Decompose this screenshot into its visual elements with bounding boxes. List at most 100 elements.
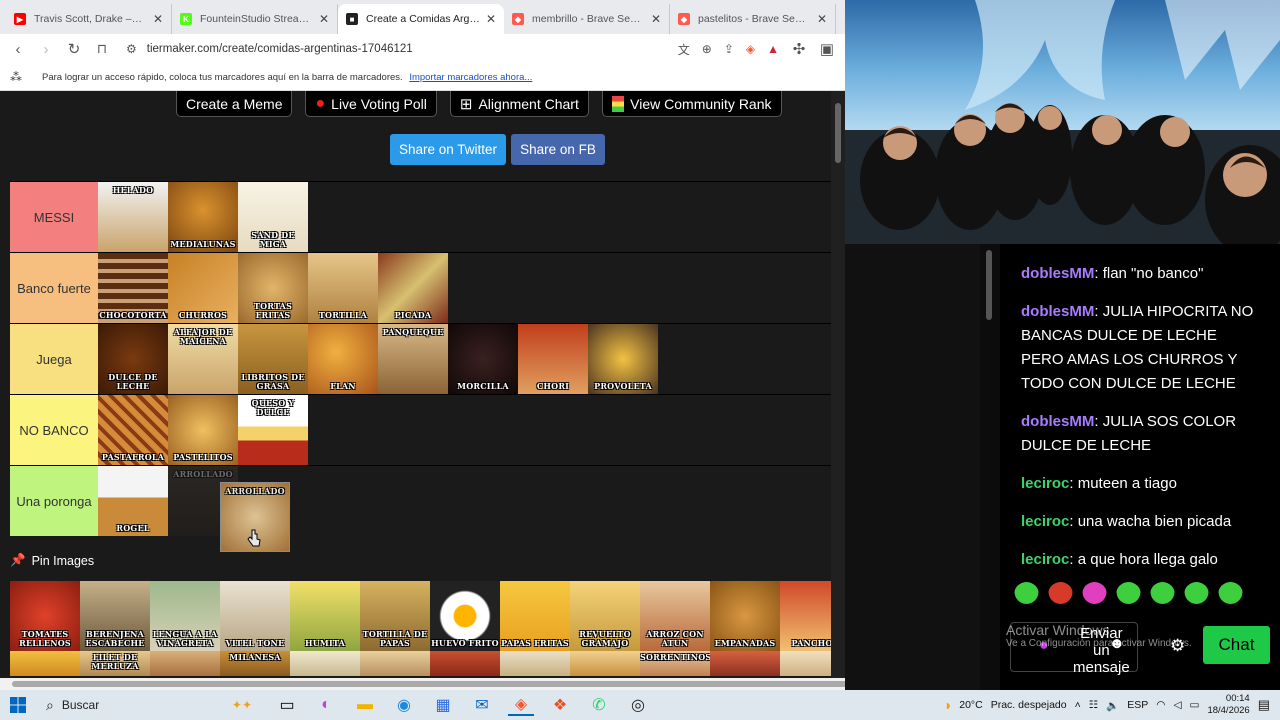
chat-username[interactable]: doblesMM: [1021, 265, 1094, 282]
apps-icon[interactable]: ⁂: [10, 70, 22, 84]
dragged-food-card[interactable]: ARROLLADO: [220, 482, 290, 552]
food-card[interactable]: CHORI: [518, 324, 588, 394]
address-bar[interactable]: ⚙ tiermaker.com/create/comidas-argentina…: [122, 37, 779, 61]
food-card[interactable]: SAND DE MIGA: [238, 182, 308, 252]
food-card[interactable]: PROVOLETA: [588, 324, 658, 394]
food-card[interactable]: CHOCOTORTA: [98, 253, 168, 323]
start-button[interactable]: [0, 697, 36, 713]
browser-tab[interactable]: ◆ pastelitos - Brave Search ✕: [670, 4, 836, 34]
chat-username[interactable]: leciroc: [1021, 513, 1069, 530]
pool-food-card[interactable]: HUMITA: [290, 581, 360, 651]
chat-settings-icon[interactable]: ⚙: [1170, 636, 1185, 656]
horizontal-scrollbar[interactable]: [0, 678, 845, 690]
pool-food-card[interactable]: [430, 651, 500, 676]
tray-chevron-icon[interactable]: ˄: [1075, 699, 1081, 711]
tier-label[interactable]: Banco fuerte: [10, 253, 98, 323]
pool-food-card[interactable]: TORTILLA DE PAPAS: [360, 581, 430, 651]
brave-shield-icon[interactable]: ◈: [746, 42, 755, 56]
pool-food-card[interactable]: [570, 651, 640, 676]
tier-label[interactable]: NO BANCO: [10, 395, 98, 465]
alignment-chart-button[interactable]: ⊞ Alignment Chart: [449, 91, 589, 117]
site-settings-icon[interactable]: ⚙: [126, 42, 137, 56]
pool-food-card[interactable]: ARROZ CON ATUN: [640, 581, 710, 651]
pool-food-card[interactable]: HUEVO FRITO: [430, 581, 500, 651]
url-text[interactable]: tiermaker.com/create/comidas-argentinas-…: [147, 43, 413, 55]
food-card[interactable]: CHURROS: [168, 253, 238, 323]
food-card[interactable]: ALFAJOR DE MAICENA: [168, 324, 238, 394]
import-bookmarks-link[interactable]: Importar marcadores ahora...: [409, 72, 532, 83]
brave-rewards-icon[interactable]: ▲: [767, 42, 779, 56]
create-meme-button[interactable]: Create a Meme: [176, 91, 293, 117]
pool-food-card[interactable]: PAPAS FRITAS: [500, 581, 570, 651]
pool-food-card[interactable]: [710, 651, 780, 676]
community-rank-button[interactable]: ▦View Community Rank: [601, 91, 782, 117]
edge-icon[interactable]: ◉: [391, 694, 417, 716]
browser-tab[interactable]: ▶ Travis Scott, Drake –Outs ✕: [6, 4, 172, 34]
outlook-icon[interactable]: ✉: [469, 694, 495, 716]
emote-icon[interactable]: [1116, 582, 1141, 607]
pool-food-card[interactable]: BERENJENA ESCABECHE: [80, 581, 150, 651]
obs-icon[interactable]: ◎: [625, 694, 651, 716]
pool-food-card[interactable]: FILET DE MERLUZA: [80, 651, 150, 676]
pin-images[interactable]: 📌 Pin Images: [10, 553, 94, 568]
food-card[interactable]: FLAN: [308, 324, 378, 394]
food-card[interactable]: QUESO Y DULCE: [238, 395, 308, 465]
emote-icon[interactable]: [1150, 582, 1175, 607]
reload-icon[interactable]: ↻: [66, 40, 82, 58]
share-fb-button[interactable]: Share on FB: [511, 134, 605, 165]
pool-food-card[interactable]: MILANESA: [220, 651, 290, 676]
pool-food-card[interactable]: [290, 651, 360, 676]
clock[interactable]: 00:14 18/4/2026: [1207, 693, 1249, 717]
forward-icon[interactable]: ›: [38, 41, 54, 58]
food-card[interactable]: TORTILLA: [308, 253, 378, 323]
brave-icon[interactable]: ◈: [508, 694, 534, 716]
network-icon[interactable]: ☷: [1089, 699, 1098, 711]
chat-username[interactable]: doblesMM: [1021, 303, 1094, 320]
vertical-scrollbar[interactable]: [831, 91, 845, 690]
emote-icon[interactable]: [1048, 582, 1073, 607]
tier-label[interactable]: Una poronga: [10, 466, 98, 536]
browser-tab[interactable]: ◆ membrillo - Brave Search ✕: [504, 4, 670, 34]
bookmark-icon[interactable]: ⊓: [94, 41, 110, 57]
tier-label[interactable]: MESSI: [10, 182, 98, 252]
food-card[interactable]: DULCE DE LECHE: [98, 324, 168, 394]
copilot-icon[interactable]: ◐: [313, 694, 339, 716]
emote-icon[interactable]: [1014, 582, 1039, 607]
chat-username[interactable]: leciroc: [1021, 551, 1069, 568]
food-card[interactable]: LIBRITOS DE GRASA: [238, 324, 308, 394]
emote-icon[interactable]: [1082, 582, 1107, 607]
close-tab-icon[interactable]: ✕: [817, 12, 827, 26]
task-view-icon[interactable]: ▭: [274, 694, 300, 716]
food-card[interactable]: PASTELITOS: [168, 395, 238, 465]
close-tab-icon[interactable]: ✕: [486, 12, 496, 26]
extensions-icon[interactable]: ✣: [791, 40, 807, 58]
zoom-icon[interactable]: ⊕: [702, 42, 712, 56]
pool-food-card[interactable]: VITEL TONE: [220, 581, 290, 651]
food-card[interactable]: PICADA: [378, 253, 448, 323]
volume-icon[interactable]: 🔈: [1106, 699, 1119, 712]
weather-temp[interactable]: 20°C: [959, 699, 982, 711]
wallet-icon[interactable]: ▣: [819, 40, 835, 58]
food-card[interactable]: MORCILLA: [448, 324, 518, 394]
file-explorer-icon[interactable]: ▬: [352, 694, 378, 716]
whatsapp-icon[interactable]: ✆: [586, 694, 612, 716]
live-voting-button[interactable]: ● Live Voting Poll: [305, 91, 437, 117]
store-icon[interactable]: ▦: [430, 694, 456, 716]
tier-label[interactable]: Juega: [10, 324, 98, 394]
chat-send-button[interactable]: Chat: [1203, 626, 1270, 664]
speaker-icon[interactable]: ◁: [1173, 699, 1181, 711]
weather-icon[interactable]: ◑: [943, 697, 951, 713]
food-card[interactable]: ROGEL: [98, 466, 168, 536]
app-icon[interactable]: ❖: [547, 694, 573, 716]
food-card[interactable]: HELADO: [98, 182, 168, 252]
food-card[interactable]: PANQUEQUE: [378, 324, 448, 394]
food-card[interactable]: MEDIALUNAS: [168, 182, 238, 252]
food-card[interactable]: PASTAFROLA: [98, 395, 168, 465]
notifications-icon[interactable]: ▤: [1258, 697, 1270, 713]
emote-icon[interactable]: [1218, 582, 1243, 607]
chat-username[interactable]: doblesMM: [1021, 413, 1094, 430]
pool-food-card[interactable]: SORRENTINOS: [640, 651, 710, 676]
close-tab-icon[interactable]: ✕: [319, 12, 329, 26]
pool-food-card[interactable]: TOMATES RELLENOS: [10, 581, 80, 651]
close-tab-icon[interactable]: ✕: [651, 12, 661, 26]
